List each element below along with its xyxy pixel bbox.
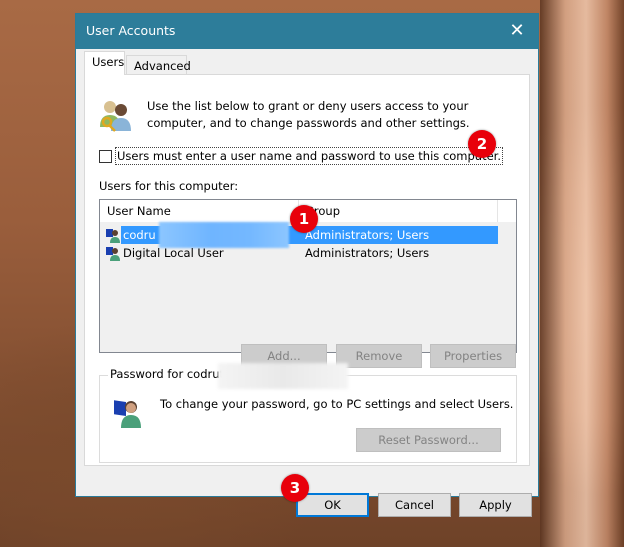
password-info-text: To change your password, go to PC settin… bbox=[160, 397, 514, 411]
user-icon bbox=[106, 247, 120, 261]
title-bar: User Accounts ✕ bbox=[76, 14, 538, 49]
remove-user-button[interactable]: Remove bbox=[336, 344, 422, 368]
user-icon bbox=[106, 229, 120, 243]
user-accounts-dialog: User Accounts ✕ Users Advanced Use the l… bbox=[75, 13, 539, 517]
require-login-label[interactable]: Users must enter a user name and passwor… bbox=[115, 147, 504, 165]
user-name-cell: Digital Local User bbox=[123, 246, 224, 260]
column-header-user-name[interactable]: User Name bbox=[107, 204, 171, 218]
password-groupbox: Password for codrut To change your passw… bbox=[99, 363, 517, 463]
intro-text: Use the list below to grant or deny user… bbox=[147, 99, 470, 130]
window-title: User Accounts bbox=[86, 23, 176, 38]
require-login-checkbox[interactable] bbox=[99, 150, 112, 163]
apply-button[interactable]: Apply bbox=[459, 493, 532, 517]
user-name-cell: codru bbox=[123, 228, 156, 242]
background-photo bbox=[540, 0, 624, 547]
close-icon[interactable]: ✕ bbox=[504, 19, 530, 43]
user-computer-icon bbox=[114, 400, 141, 428]
redacted-email bbox=[218, 363, 348, 389]
annotation-marker-2: 2 bbox=[468, 130, 496, 158]
users-key-icon bbox=[100, 101, 131, 132]
column-divider[interactable] bbox=[497, 200, 498, 222]
tab-advanced[interactable]: Advanced bbox=[126, 55, 191, 76]
table-row[interactable]: Digital Local User Administrators; Users bbox=[100, 244, 498, 262]
reset-password-button[interactable]: Reset Password... bbox=[356, 428, 501, 452]
password-group-legend: Password for codrut bbox=[108, 367, 227, 381]
ok-button[interactable]: OK bbox=[296, 493, 369, 517]
cancel-button[interactable]: Cancel bbox=[378, 493, 451, 517]
tab-users[interactable]: Users bbox=[84, 51, 125, 75]
annotation-marker-3: 3 bbox=[281, 474, 309, 502]
group-cell: Administrators; Users bbox=[305, 246, 430, 260]
properties-button[interactable]: Properties bbox=[430, 344, 516, 368]
users-list-label: Users for this computer: bbox=[99, 179, 239, 193]
annotation-marker-1: 1 bbox=[290, 205, 318, 233]
users-tab-panel: Use the list below to grant or deny user… bbox=[84, 74, 530, 466]
group-cell: Administrators; Users bbox=[305, 228, 430, 242]
